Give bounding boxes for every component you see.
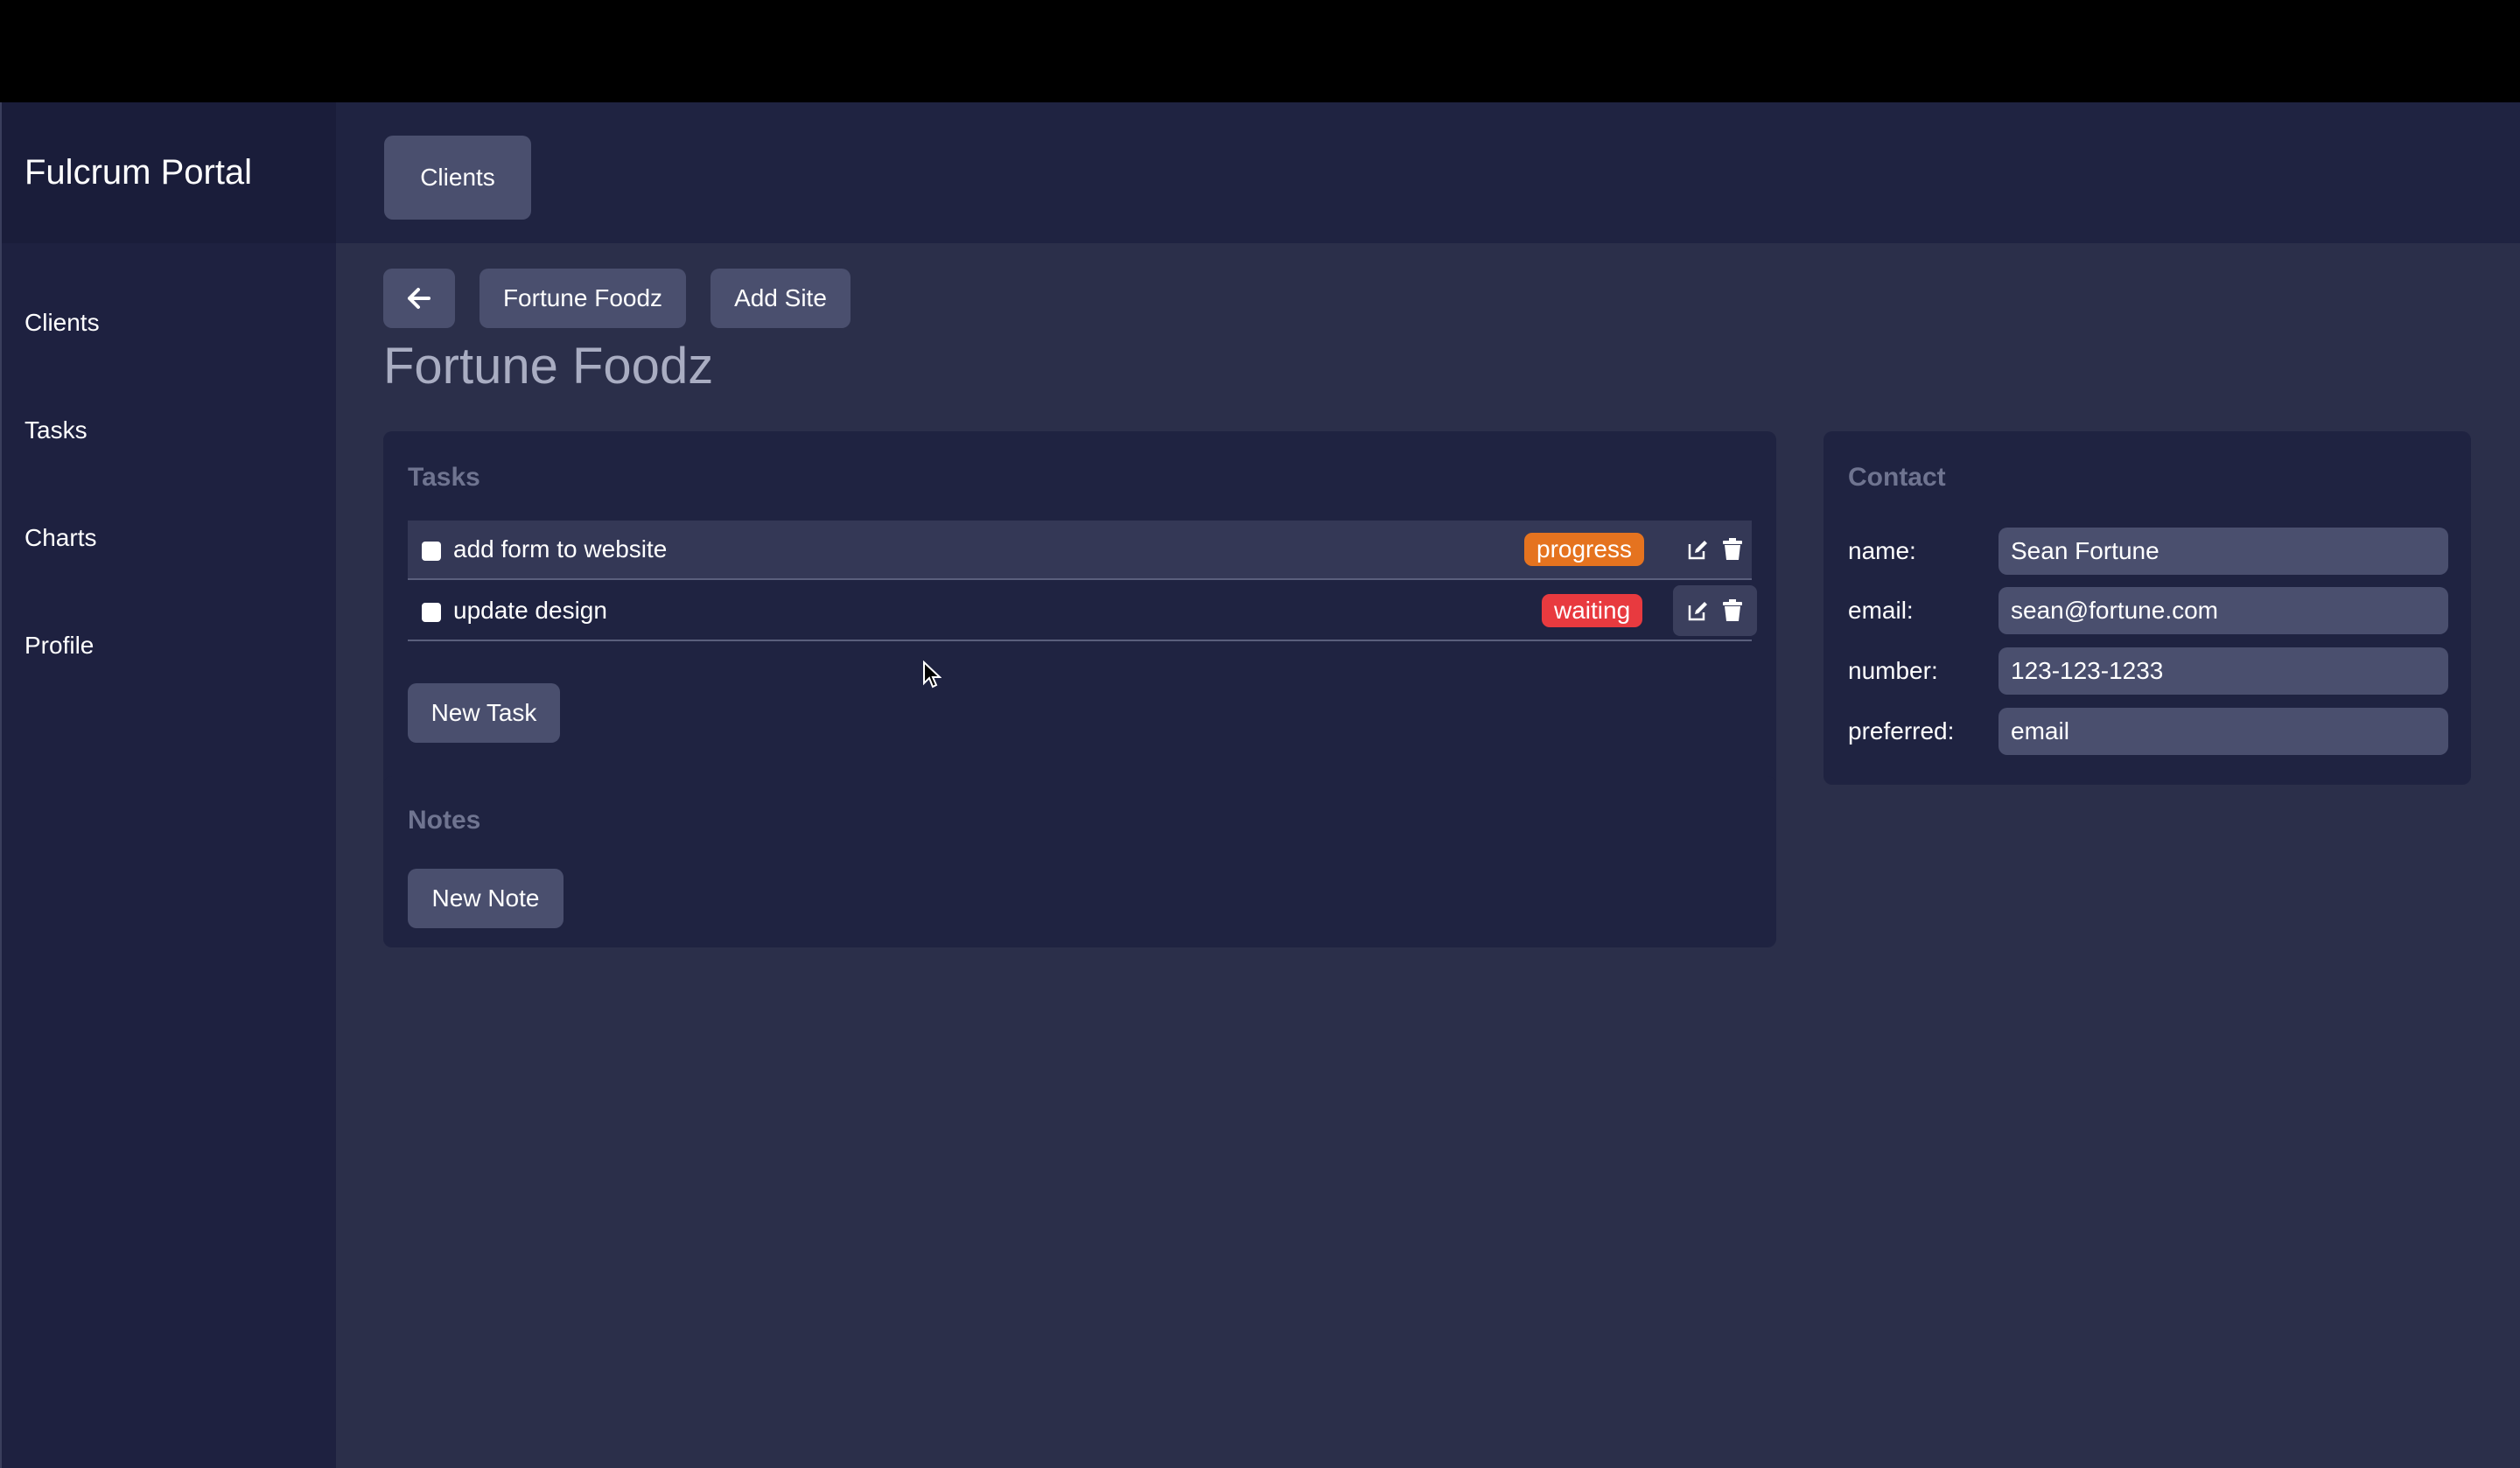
- contact-preferred-field[interactable]: email: [1998, 708, 2448, 755]
- sidebar-item-tasks[interactable]: Tasks: [24, 416, 88, 444]
- add-site-button[interactable]: Add Site: [710, 269, 850, 328]
- trash-icon[interactable]: [1722, 538, 1743, 561]
- task-actions: [1673, 524, 1757, 575]
- header: Clients: [336, 102, 2520, 243]
- edit-icon[interactable]: [1687, 538, 1710, 561]
- task-checkbox[interactable]: [422, 603, 441, 622]
- contact-card: Contact name: Sean Fortune email: sean@f…: [1824, 431, 2471, 785]
- new-task-button[interactable]: New Task: [408, 683, 560, 743]
- back-button[interactable]: [383, 269, 455, 328]
- client-name-button[interactable]: Fortune Foodz: [480, 269, 686, 328]
- mouse-cursor-icon: [922, 660, 942, 693]
- contact-label-name: name:: [1848, 537, 1916, 564]
- task-label: update design: [453, 597, 607, 624]
- sidebar-item-charts[interactable]: Charts: [24, 524, 96, 552]
- status-badge: waiting: [1542, 594, 1643, 627]
- contact-email-field[interactable]: sean@fortune.com: [1998, 587, 2448, 634]
- notes-title: Notes: [408, 806, 481, 835]
- task-row[interactable]: update design waiting: [408, 582, 1757, 641]
- window-top-bar: [0, 0, 2520, 102]
- contact-label-email: email:: [1848, 597, 1914, 624]
- app-root: Fulcrum Portal Clients Tasks Charts Prof…: [0, 102, 2520, 1468]
- task-checkbox[interactable]: [422, 542, 441, 561]
- new-note-button[interactable]: New Note: [408, 869, 564, 928]
- page-title: Fortune Foodz: [383, 338, 714, 395]
- notes-card: Notes New Note: [383, 776, 1776, 947]
- clients-button[interactable]: Clients: [384, 136, 531, 220]
- task-row[interactable]: add form to website progress: [408, 521, 1752, 580]
- contact-label-preferred: preferred:: [1848, 717, 1955, 744]
- sidebar-item-profile[interactable]: Profile: [24, 632, 94, 660]
- edit-icon[interactable]: [1687, 599, 1710, 622]
- trash-icon[interactable]: [1722, 599, 1743, 622]
- sidebar-item-clients[interactable]: Clients: [24, 309, 100, 337]
- brand-title: Fulcrum Portal: [2, 102, 338, 243]
- contact-title: Contact: [1848, 463, 1946, 492]
- tasks-title: Tasks: [408, 463, 480, 492]
- status-badge: progress: [1524, 533, 1644, 566]
- contact-number-field[interactable]: 123-123-1233: [1998, 647, 2448, 695]
- contact-name-field[interactable]: Sean Fortune: [1998, 528, 2448, 575]
- task-actions: [1673, 585, 1757, 636]
- task-label: add form to website: [453, 535, 668, 563]
- arrow-left-icon: [407, 287, 431, 310]
- sidebar: Fulcrum Portal Clients Tasks Charts Prof…: [0, 102, 338, 1468]
- contact-label-number: number:: [1848, 657, 1938, 684]
